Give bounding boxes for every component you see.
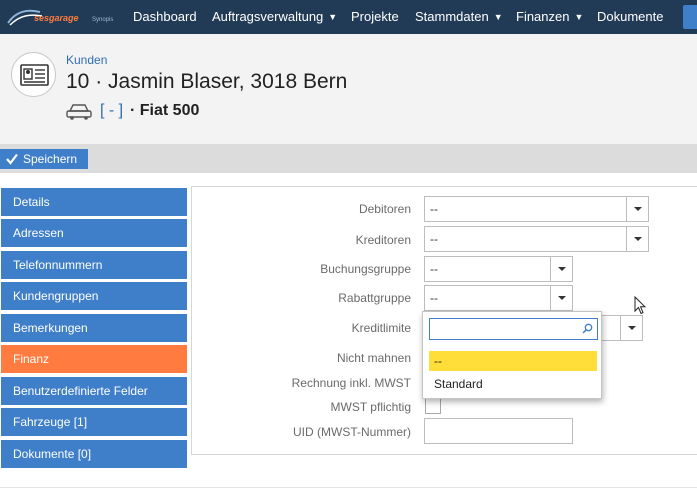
sidebar-item-label: Benutzerdefinierte Felder	[13, 384, 148, 398]
chevron-down-icon[interactable]	[550, 286, 572, 310]
nav-auftragsverwaltung[interactable]: Auftragsverwaltung ▼	[212, 0, 337, 34]
dropdown-option[interactable]: --	[429, 351, 597, 371]
nicht-mahnen-label: Nicht mahnen	[336, 351, 411, 365]
contact-card-icon	[11, 52, 56, 97]
car-icon	[66, 104, 92, 120]
chevron-down-icon[interactable]	[626, 227, 648, 251]
vehicle-name: · Fiat 500	[130, 102, 200, 119]
breadcrumb[interactable]: Kunden	[66, 53, 107, 67]
rechnung-mwst-label: Rechnung inkl. MWST	[291, 376, 411, 390]
rabattgruppe-value: --	[430, 291, 438, 305]
kreditlimite-label: Kreditlimite	[351, 321, 411, 335]
sidebar-item-label: Dokumente [0]	[13, 447, 92, 461]
sidebar-item-dokumente[interactable]: Dokumente [0]	[1, 440, 187, 468]
chevron-down-icon[interactable]	[550, 257, 572, 281]
chevron-down-icon: ▼	[574, 12, 584, 22]
kreditoren-select[interactable]: --	[424, 226, 649, 252]
search-icon	[582, 323, 593, 334]
vehicle-plate-link[interactable]: [ - ]	[100, 102, 123, 120]
rabattgruppe-label: Rabattgruppe	[338, 291, 411, 305]
logo-sub: Synopis	[92, 17, 113, 23]
add-button[interactable]	[683, 5, 697, 29]
chevron-down-icon[interactable]	[620, 316, 642, 340]
sidebar-item-kundengruppen[interactable]: Kundengruppen	[1, 282, 187, 310]
sidebar-item-finanz[interactable]: Finanz	[1, 345, 187, 373]
sidebar-item-label: Finanz	[13, 352, 50, 366]
uid-label: UID (MWST-Nummer)	[293, 425, 411, 439]
chevron-down-icon[interactable]	[626, 197, 648, 221]
check-icon	[6, 153, 18, 165]
record-header: Kunden 10 · Jasmin Blaser, 3018 Bern [ -…	[0, 34, 697, 144]
sidebar-item-telefonnummern[interactable]: Telefonnummern	[1, 251, 187, 279]
buchungsgruppe-select[interactable]: --	[424, 256, 573, 282]
dropdown-search-input[interactable]	[430, 319, 578, 339]
sidebar-item-label: Telefonnummern	[13, 258, 103, 272]
sidebar-item-details[interactable]: Details	[1, 188, 187, 216]
sidebar-item-label: Fahrzeuge [1]	[13, 415, 88, 429]
buchungsgruppe-label: Buchungsgruppe	[320, 262, 411, 276]
chevron-down-icon: ▼	[493, 12, 503, 22]
debitoren-select[interactable]: --	[424, 196, 649, 222]
nav-projekte-label: Projekte	[351, 9, 399, 24]
nav-projekte[interactable]: Projekte	[351, 0, 399, 34]
dropdown-search[interactable]	[429, 318, 598, 340]
sidebar-item-label: Details	[13, 195, 50, 209]
sidebar-item-benutzerdefinierte-felder[interactable]: Benutzerdefinierte Felder	[1, 377, 187, 405]
sidebar-item-fahrzeuge[interactable]: Fahrzeuge [1]	[1, 408, 187, 436]
kreditoren-value: --	[430, 232, 438, 246]
toolbar: Speichern	[0, 144, 697, 173]
debitoren-value: --	[430, 202, 438, 216]
sesgarage-logo[interactable]: sesgarage Synopis	[6, 5, 124, 29]
sidebar-item-bemerkungen[interactable]: Bemerkungen	[1, 314, 187, 342]
top-navbar: sesgarage Synopis Dashboard Auftragsverw…	[0, 0, 697, 34]
nav-stammdaten[interactable]: Stammdaten ▼	[415, 0, 503, 34]
nav-stammdaten-label: Stammdaten	[415, 9, 489, 24]
mouse-cursor-icon	[634, 296, 646, 315]
nav-dashboard-label: Dashboard	[133, 9, 197, 24]
nav-finanzen-label: Finanzen	[516, 9, 570, 24]
nav-finanzen[interactable]: Finanzen ▼	[516, 0, 583, 34]
nav-dokumente-label: Dokumente	[597, 9, 664, 24]
nav-dashboard[interactable]: Dashboard	[133, 0, 197, 34]
mwst-pflichtig-checkbox[interactable]	[425, 398, 441, 414]
uid-input[interactable]	[424, 418, 573, 444]
save-button-label: Speichern	[23, 152, 78, 166]
buchungsgruppe-value: --	[430, 262, 438, 276]
dropdown-option[interactable]: Standard	[429, 374, 597, 394]
sidebar-item-label: Adressen	[13, 226, 64, 240]
mwst-pflichtig-label: MWST pflichtig	[330, 400, 411, 414]
rabattgruppe-select[interactable]: --	[424, 285, 573, 311]
sidebar-item-label: Kundengruppen	[13, 289, 99, 303]
debitoren-label: Debitoren	[358, 202, 411, 216]
sidebar-item-label: Bemerkungen	[13, 321, 88, 335]
nav-dokumente[interactable]: Dokumente	[597, 0, 663, 34]
sidebar-item-adressen[interactable]: Adressen	[1, 219, 187, 247]
chevron-down-icon: ▼	[328, 12, 338, 22]
save-button[interactable]: Speichern	[0, 149, 89, 169]
select-dropdown-popup: -- Standard	[422, 311, 602, 399]
divider	[0, 487, 697, 488]
page-title: 10 · Jasmin Blaser, 3018 Bern	[66, 70, 348, 93]
logo-text: sesgarage	[34, 13, 79, 23]
nav-auftragsverwaltung-label: Auftragsverwaltung	[212, 9, 324, 24]
kreditoren-label: Kreditoren	[355, 233, 411, 247]
